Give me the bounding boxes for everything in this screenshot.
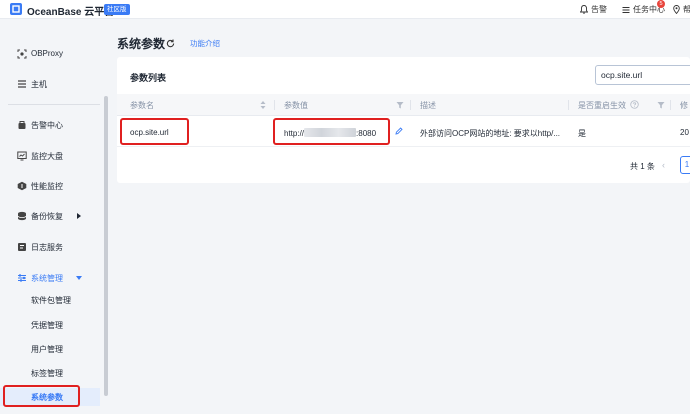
sidebar-divider xyxy=(8,104,100,105)
chevron-right-icon xyxy=(77,213,81,219)
alert-center-icon xyxy=(18,121,26,129)
page-title: 系统参数 xyxy=(117,37,166,51)
sidebar-item-performance[interactable]: 性能监控 xyxy=(0,176,100,196)
column-header-restart[interactable]: 是否重启生效 xyxy=(578,100,626,111)
sidebar-item-label: OBProxy xyxy=(31,49,64,58)
param-modified-cell: 20 xyxy=(680,128,689,137)
sort-icon[interactable] xyxy=(259,100,267,110)
brand-name[interactable]: OceanBase 云平台 xyxy=(27,3,114,18)
sidebar-sub-item-label: 用户管理 xyxy=(31,345,63,354)
bell-icon xyxy=(580,5,588,14)
pagination-prev-button[interactable]: ‹ xyxy=(662,160,665,170)
sidebar-item-host[interactable]: 主机 xyxy=(0,74,100,94)
sidebar-item-label: 主机 xyxy=(31,80,47,89)
chevron-down-icon xyxy=(76,276,82,280)
sidebar-item-system-manage[interactable]: 系统管理 xyxy=(0,268,100,288)
obproxy-icon xyxy=(17,49,27,59)
sidebar-item-label: 性能监控 xyxy=(31,182,63,191)
sidebar-sub-item-label: 标签管理 xyxy=(31,369,63,378)
card-title: 参数列表 xyxy=(130,73,167,83)
sidebar-item-alert-center[interactable]: 告警中心 xyxy=(0,115,100,135)
sidebar-item-monitor-dashboard[interactable]: 监控大盘 xyxy=(0,146,100,166)
sidebar-sub-item-tags[interactable]: 标签管理 xyxy=(0,364,100,382)
location-icon xyxy=(673,5,680,14)
param-description-cell: 外部访问OCP网站的地址: 要求以http/... xyxy=(420,129,561,138)
param-restart-cell: 是 xyxy=(578,129,586,138)
alerts-label: 告警 xyxy=(591,5,607,14)
host-list-icon xyxy=(18,80,26,88)
sidebar-item-label: 备份恢复 xyxy=(31,212,63,221)
oceanbase-logo-icon xyxy=(10,3,22,15)
edit-pencil-icon[interactable] xyxy=(395,127,403,135)
highlight-box-param-value xyxy=(273,118,390,145)
sidebar-item-backup[interactable]: 备份恢复 xyxy=(0,206,100,226)
refresh-icon[interactable] xyxy=(166,39,175,48)
sidebar: OBProxy 主机 告警中心 监控大盘 性能监控 备份恢复 日志服务 系统管理… xyxy=(0,20,108,414)
column-header-value[interactable]: 参数值 xyxy=(284,100,308,111)
help-circle-icon[interactable] xyxy=(630,100,639,109)
column-header-description: 描述 xyxy=(420,101,436,110)
pagination-page-1[interactable]: 1 xyxy=(680,156,690,174)
sidebar-item-label: 告警中心 xyxy=(31,121,63,130)
filter-icon[interactable] xyxy=(657,100,665,110)
task-list-icon xyxy=(622,6,630,13)
help-button[interactable]: 帮 xyxy=(673,4,690,15)
monitor-dashboard-icon xyxy=(17,151,27,161)
sidebar-item-label: 系统管理 xyxy=(31,274,63,283)
sidebar-sub-item-users[interactable]: 用户管理 xyxy=(0,340,100,358)
highlight-box-param-name xyxy=(120,118,189,145)
table-row: ocp.site.url http://:8080 外部访问OCP网站的地址: … xyxy=(117,117,690,147)
sidebar-sub-item-label: 凭据管理 xyxy=(31,321,63,330)
alerts-button[interactable]: 告警 xyxy=(580,4,607,15)
filter-icon[interactable] xyxy=(396,100,404,110)
table-header: 参数名 参数值 描述 是否重启生效 修 xyxy=(117,94,690,116)
sidebar-sub-item-package[interactable]: 软件包管理 xyxy=(0,291,100,309)
top-bar: OceanBase 云平台 社区版 告警 任务中心 5 帮 xyxy=(0,0,690,19)
sidebar-item-obproxy[interactable]: OBProxy xyxy=(0,44,100,64)
highlight-box-sidebar xyxy=(3,385,80,407)
column-header-modified: 修 xyxy=(680,101,688,110)
pagination-total: 共 1 条 xyxy=(630,162,655,171)
help-label: 帮 xyxy=(683,5,690,14)
backup-icon xyxy=(17,211,27,221)
sidebar-sub-item-credentials[interactable]: 凭据管理 xyxy=(0,316,100,334)
sidebar-item-label: 监控大盘 xyxy=(31,152,63,161)
system-manage-icon xyxy=(18,274,26,282)
parameter-list-card: 参数列表 参数名 参数值 描述 是否重启生效 修 ocp.site.url ht… xyxy=(117,57,690,183)
sidebar-item-log-service[interactable]: 日志服务 xyxy=(0,237,100,257)
task-count-badge: 5 xyxy=(657,0,665,8)
performance-icon xyxy=(17,181,27,191)
feature-intro-link[interactable]: 功能介绍 xyxy=(190,38,220,49)
log-service-icon xyxy=(18,243,26,251)
edition-badge: 社区版 xyxy=(104,4,130,15)
search-input[interactable] xyxy=(595,65,690,85)
sidebar-sub-item-label: 软件包管理 xyxy=(31,296,71,305)
sidebar-scrollbar[interactable] xyxy=(104,96,108,396)
sidebar-item-label: 日志服务 xyxy=(31,243,63,252)
column-header-name[interactable]: 参数名 xyxy=(130,100,154,111)
